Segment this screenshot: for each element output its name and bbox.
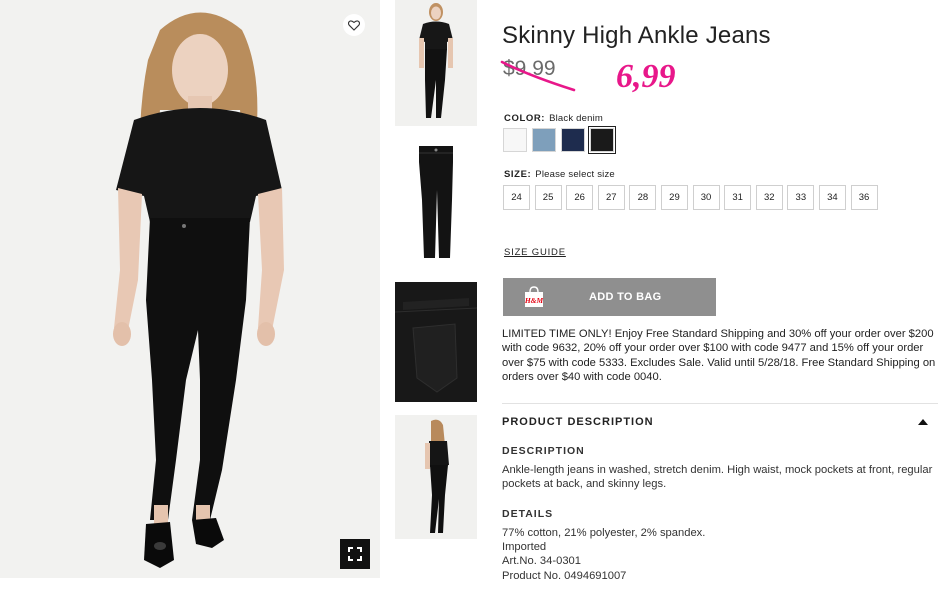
model-photo <box>113 12 284 568</box>
shopping-bag-icon: H&M <box>524 286 544 307</box>
divider <box>502 403 938 404</box>
bag-logo-text: H&M <box>524 296 544 305</box>
size-option[interactable]: 33 <box>787 185 815 210</box>
product-title: Skinny High Ankle Jeans <box>502 22 771 49</box>
add-to-bag-label: ADD TO BAG <box>589 291 662 303</box>
heart-icon <box>348 19 360 31</box>
swatch-dark-blue[interactable] <box>561 128 585 152</box>
size-option[interactable]: 29 <box>660 185 688 210</box>
thumbnail-image <box>419 3 453 118</box>
promo-text: LIMITED TIME ONLY! Enjoy Free Standard S… <box>502 328 936 383</box>
details-item: Product No. 0494691007 <box>502 569 627 582</box>
selected-color: Black denim <box>549 113 604 124</box>
swatch-light-blue[interactable] <box>532 128 556 152</box>
size-option[interactable]: 34 <box>818 185 846 210</box>
size-option[interactable]: 32 <box>755 185 783 210</box>
size-label-row: SIZE: Please select size <box>504 169 615 180</box>
details-item: 77% cotton, 21% polyester, 2% spandex. <box>502 527 706 539</box>
size-options: 24 25 26 27 28 29 30 31 32 33 34 36 <box>503 185 878 210</box>
sale-price-annotation: 6,99 <box>616 58 676 95</box>
details-heading: DETAILS <box>502 508 554 520</box>
caret-up-icon[interactable] <box>918 419 928 425</box>
size-option[interactable]: 25 <box>534 185 562 210</box>
fullscreen-button[interactable] <box>340 539 370 569</box>
thumbnail-jeans-flat[interactable] <box>395 140 477 264</box>
description-heading: DESCRIPTION <box>502 445 585 457</box>
size-option[interactable]: 30 <box>692 185 720 210</box>
size-option[interactable]: 27 <box>597 185 625 210</box>
size-option[interactable]: 24 <box>503 185 530 210</box>
swatch-white[interactable] <box>503 128 527 152</box>
color-swatches <box>503 126 616 154</box>
swatch-black-denim[interactable] <box>588 126 616 154</box>
thumbnail-image <box>395 282 477 402</box>
thumbnail-model-front[interactable] <box>395 0 477 126</box>
size-guide-link[interactable]: SIZE GUIDE <box>504 247 566 258</box>
size-option[interactable]: 26 <box>566 185 594 210</box>
size-prompt: Please select size <box>535 169 615 180</box>
fullscreen-icon <box>348 547 362 561</box>
size-option[interactable]: 28 <box>629 185 657 210</box>
description-text: Ankle-length jeans in washed, stretch de… <box>502 464 933 491</box>
favorite-button[interactable] <box>343 14 365 36</box>
color-label-row: COLOR: Black denim <box>504 113 603 124</box>
details-item: Art.No. 34-0301 <box>502 555 581 568</box>
thumbnail-image <box>419 146 453 258</box>
size-label: SIZE: <box>504 169 532 180</box>
product-description-heading[interactable]: PRODUCT DESCRIPTION <box>502 416 654 428</box>
color-label: COLOR: <box>504 113 546 124</box>
size-option[interactable]: 31 <box>724 185 752 210</box>
main-product-image[interactable] <box>0 0 380 578</box>
thumbnail-model-side[interactable] <box>395 415 477 539</box>
details-list: 77% cotton, 21% polyester, 2% spandex. I… <box>502 526 938 583</box>
size-option[interactable]: 36 <box>850 185 878 210</box>
thumbnail-image <box>425 419 449 533</box>
add-to-bag-button[interactable]: H&M ADD TO BAG <box>503 278 716 316</box>
price-strikethrough <box>500 60 576 92</box>
details-item: Imported <box>502 541 547 554</box>
thumbnail-pocket-detail[interactable] <box>395 282 477 402</box>
